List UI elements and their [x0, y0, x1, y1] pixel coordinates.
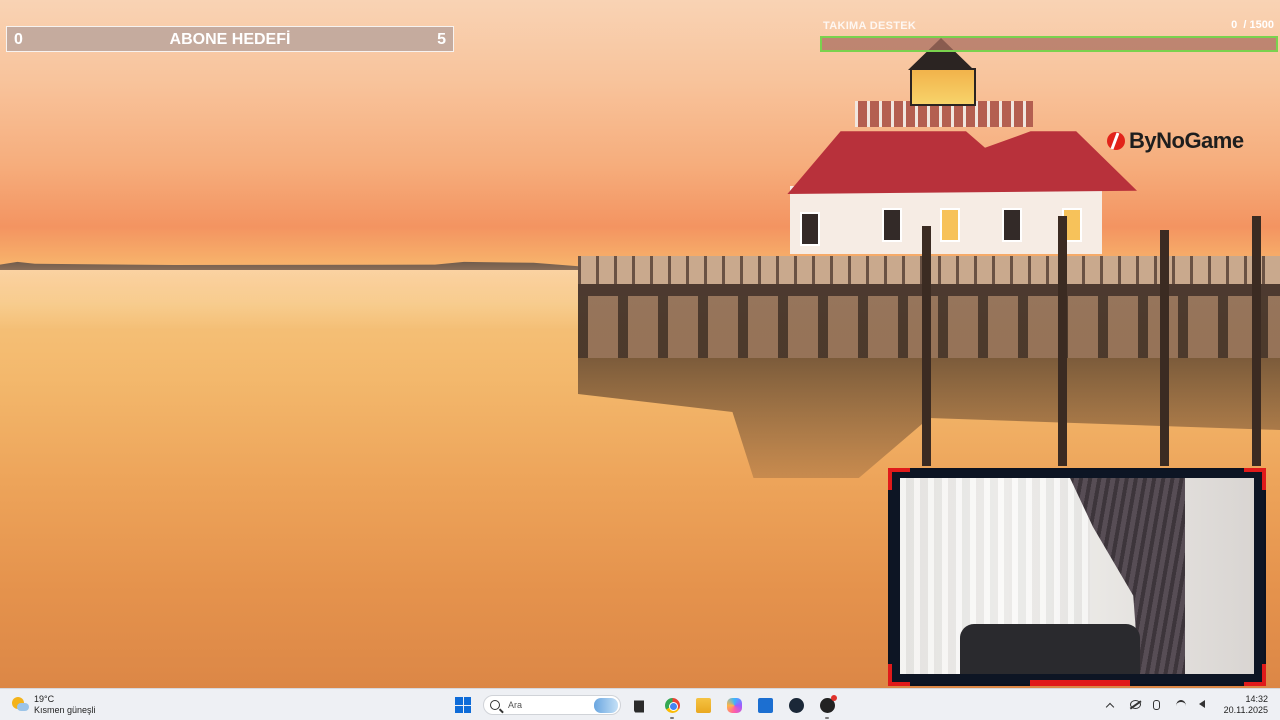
- folder-icon: [695, 697, 711, 713]
- volume-icon: [1199, 699, 1205, 708]
- pier-post: [1252, 216, 1261, 466]
- windows-logo-icon: [455, 697, 471, 713]
- team-support-target: / 1500: [1243, 19, 1274, 31]
- taskbar: 19°C Kısmen güneşli Ara 14:32 20.11.2025: [0, 688, 1280, 720]
- running-indicator: [670, 717, 674, 719]
- chevron-up-icon: [1105, 702, 1115, 711]
- team-support-progress-bar: [820, 36, 1278, 52]
- wifi-icon: [1176, 699, 1186, 712]
- weather-widget[interactable]: 19°C Kısmen güneşli: [12, 693, 96, 717]
- task-view-icon: [633, 700, 644, 713]
- search-input[interactable]: Ara: [483, 695, 621, 715]
- pier-post: [922, 226, 931, 466]
- start-button[interactable]: [452, 694, 474, 716]
- team-support-current: 0: [1231, 19, 1238, 31]
- system-tray: [1105, 693, 1210, 717]
- bynogame-logo-icon: [1106, 131, 1126, 151]
- subscriber-goal-bar: 0 ABONE HEDEFİ 5: [6, 26, 454, 52]
- lighthouse-roof: [787, 131, 1137, 194]
- store-icon: [757, 697, 773, 713]
- brand-logo: ByNoGame: [1106, 126, 1244, 156]
- house-window: [1002, 208, 1022, 242]
- clock-date: 20.11.2025: [1223, 705, 1268, 715]
- webcam-frame: [888, 468, 1266, 686]
- house-window: [800, 212, 820, 246]
- search-highlight-icon: [594, 698, 618, 713]
- steam-icon: [788, 697, 804, 713]
- sofa: [960, 624, 1140, 674]
- weather-temperature: 19°C: [34, 694, 55, 704]
- webcam-feed: [900, 478, 1254, 674]
- taskbar-apps: Ara: [452, 693, 838, 719]
- microphone-icon: [1153, 699, 1160, 710]
- lighthouse-lantern: [910, 68, 976, 106]
- store-button[interactable]: [754, 694, 776, 716]
- house-window: [882, 208, 902, 242]
- partly-sunny-icon: [12, 697, 29, 713]
- file-explorer-button[interactable]: [692, 694, 714, 716]
- notification-badge: [831, 695, 837, 701]
- task-view-button[interactable]: [630, 694, 652, 716]
- weather-condition: Kısmen güneşli: [34, 705, 96, 715]
- search-placeholder: Ara: [508, 700, 523, 710]
- tray-overflow-button[interactable]: [1105, 700, 1118, 711]
- webcam-accent-bar: [1030, 680, 1130, 686]
- clock[interactable]: 14:32 20.11.2025: [1224, 694, 1268, 716]
- copilot-button[interactable]: [723, 694, 745, 716]
- obs-button[interactable]: [816, 694, 838, 719]
- chrome-icon: [664, 697, 680, 713]
- onedrive-button[interactable]: [1130, 699, 1141, 711]
- house-window: [940, 208, 960, 242]
- onedrive-icon: [1130, 699, 1141, 709]
- steam-button[interactable]: [785, 694, 807, 716]
- running-indicator: [825, 717, 829, 719]
- pier-post: [1058, 216, 1067, 466]
- clock-time: 14:32: [1245, 694, 1268, 704]
- distant-shoreline: [0, 261, 580, 270]
- wifi-button[interactable]: [1176, 699, 1187, 712]
- brand-name: ByNoGame: [1129, 128, 1244, 153]
- copilot-icon: [726, 697, 742, 713]
- pier-post: [1160, 230, 1169, 466]
- team-support-label: TAKIMA DESTEK: [823, 20, 917, 32]
- volume-button[interactable]: [1199, 699, 1210, 711]
- search-icon: [490, 700, 500, 710]
- microphone-button[interactable]: [1153, 699, 1164, 711]
- subscriber-goal-target: 5: [437, 31, 446, 48]
- subscriber-goal-label: ABONE HEDEFİ: [169, 31, 291, 48]
- team-support-count: 0 / 1500: [1231, 19, 1274, 31]
- chrome-button[interactable]: [661, 694, 683, 719]
